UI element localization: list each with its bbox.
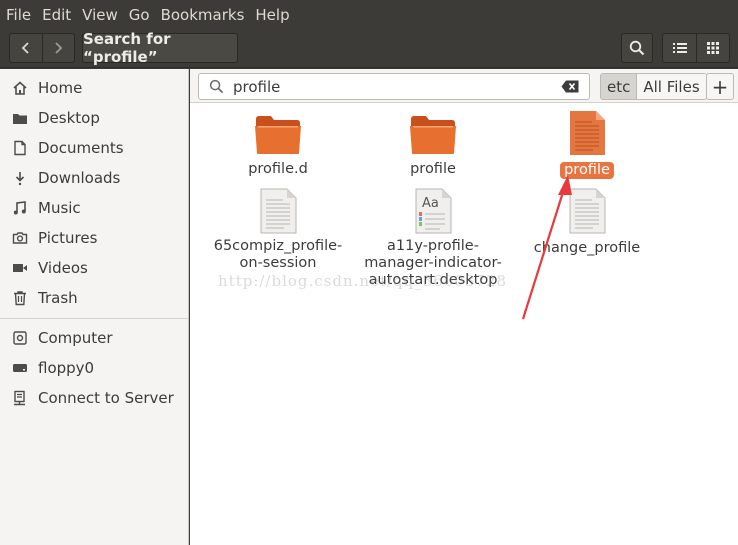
sidebar-item-documents[interactable]: Documents bbox=[0, 134, 188, 162]
text-file-icon bbox=[570, 111, 605, 155]
server-icon bbox=[14, 390, 25, 406]
location-path-button[interactable]: Search for “profile” bbox=[82, 30, 238, 66]
sidebar-item-videos[interactable]: Videos bbox=[0, 254, 188, 282]
menu-bookmarks[interactable]: Bookmarks bbox=[161, 6, 245, 24]
sidebar-item-label: Music bbox=[38, 199, 81, 217]
forward-button[interactable] bbox=[41, 34, 74, 62]
menu-edit[interactable]: Edit bbox=[42, 6, 71, 24]
file-item-profile-folder[interactable]: profile bbox=[383, 113, 483, 178]
search-icon bbox=[629, 40, 645, 56]
watermark-text: http://blog.csdn.net/qq_36003728 bbox=[218, 272, 508, 290]
file-item-65compiz[interactable]: 65compiz_profile- on-session bbox=[210, 188, 346, 272]
font-file-icon: Aa bbox=[415, 188, 452, 234]
sidebar-item-home[interactable]: Home bbox=[0, 74, 188, 102]
search-input[interactable] bbox=[233, 77, 553, 96]
menu-go[interactable]: Go bbox=[129, 6, 150, 24]
sidebar-item-pictures[interactable]: Pictures bbox=[0, 224, 188, 252]
sidebar-item-trash[interactable]: Trash bbox=[0, 284, 188, 312]
document-icon bbox=[14, 140, 26, 156]
list-view-button[interactable] bbox=[663, 34, 696, 62]
sidebar-item-label: Computer bbox=[38, 329, 113, 347]
clear-search-icon[interactable] bbox=[561, 80, 579, 93]
home-icon bbox=[13, 81, 27, 95]
sidebar-divider bbox=[0, 318, 188, 319]
sidebar-item-label: Documents bbox=[38, 139, 124, 157]
navigation-buttons bbox=[9, 33, 75, 63]
plus-icon: + bbox=[711, 74, 729, 99]
video-icon bbox=[13, 264, 27, 272]
search-location-selector: etc All Files bbox=[600, 73, 707, 100]
file-name-line: manager-indicator- bbox=[364, 255, 502, 271]
folder-icon bbox=[255, 116, 301, 154]
location-all-files-button[interactable]: All Files bbox=[636, 74, 706, 99]
list-view-icon bbox=[672, 43, 687, 53]
music-icon bbox=[13, 201, 26, 215]
menu-view[interactable]: View bbox=[82, 6, 118, 24]
location-etc-button[interactable]: etc bbox=[601, 74, 637, 99]
menu-bar: File Edit View Go Bookmarks Help bbox=[0, 0, 738, 30]
trash-icon bbox=[14, 291, 26, 306]
computer-icon bbox=[13, 331, 27, 345]
chevron-right-icon bbox=[55, 42, 63, 54]
file-name: profile.d bbox=[248, 161, 308, 177]
view-mode-buttons bbox=[662, 33, 730, 63]
drive-icon bbox=[13, 364, 27, 372]
sidebar-item-label: Trash bbox=[38, 289, 78, 307]
chevron-left-icon bbox=[21, 42, 29, 54]
search-bar: etc All Files + bbox=[190, 69, 738, 103]
text-file-icon bbox=[260, 188, 297, 234]
sidebar-item-label: Pictures bbox=[38, 229, 98, 247]
file-name: profile bbox=[410, 161, 456, 177]
search-button[interactable] bbox=[621, 33, 653, 63]
sidebar-item-label: Desktop bbox=[38, 109, 100, 127]
grid-view-icon bbox=[707, 42, 719, 54]
sidebar-item-music[interactable]: Music bbox=[0, 194, 188, 222]
sidebar-item-connect-to-server[interactable]: Connect to Server bbox=[0, 384, 188, 412]
annotation-arrow bbox=[521, 175, 572, 320]
sidebar: Home Desktop Documents Downloads Music P… bbox=[0, 69, 189, 545]
sidebar-item-label: Downloads bbox=[38, 169, 121, 187]
sidebar-item-label: Home bbox=[38, 79, 83, 97]
menu-file[interactable]: File bbox=[6, 6, 31, 24]
search-icon bbox=[209, 79, 224, 94]
sidebar-item-computer[interactable]: Computer bbox=[0, 324, 188, 352]
file-view: etc All Files + profile.d profile profil… bbox=[190, 69, 738, 545]
svg-text:Aa: Aa bbox=[422, 196, 439, 211]
search-field-container bbox=[198, 73, 590, 100]
header-bar: Search for “profile” bbox=[0, 30, 738, 68]
file-name-line: 65compiz_profile- bbox=[213, 238, 343, 254]
folder-icon bbox=[410, 116, 456, 154]
sidebar-item-floppy0[interactable]: floppy0 bbox=[0, 354, 188, 382]
back-button[interactable] bbox=[10, 34, 42, 62]
sidebar-item-label: Videos bbox=[38, 259, 88, 277]
sidebar-item-downloads[interactable]: Downloads bbox=[0, 164, 188, 192]
sidebar-item-label: Connect to Server bbox=[38, 389, 174, 407]
file-item-profile-d[interactable]: profile.d bbox=[228, 113, 328, 178]
camera-icon bbox=[12, 232, 28, 244]
download-icon bbox=[15, 172, 25, 186]
desktop-folder-icon bbox=[13, 114, 27, 124]
file-name-line: a11y-profile- bbox=[387, 238, 479, 254]
sidebar-item-desktop[interactable]: Desktop bbox=[0, 104, 188, 132]
menu-help[interactable]: Help bbox=[255, 6, 289, 24]
grid-view-button[interactable] bbox=[696, 34, 729, 62]
sidebar-item-label: floppy0 bbox=[38, 359, 95, 377]
add-search-criteria-button[interactable]: + bbox=[706, 73, 734, 100]
file-name-line: on-session bbox=[239, 255, 317, 271]
